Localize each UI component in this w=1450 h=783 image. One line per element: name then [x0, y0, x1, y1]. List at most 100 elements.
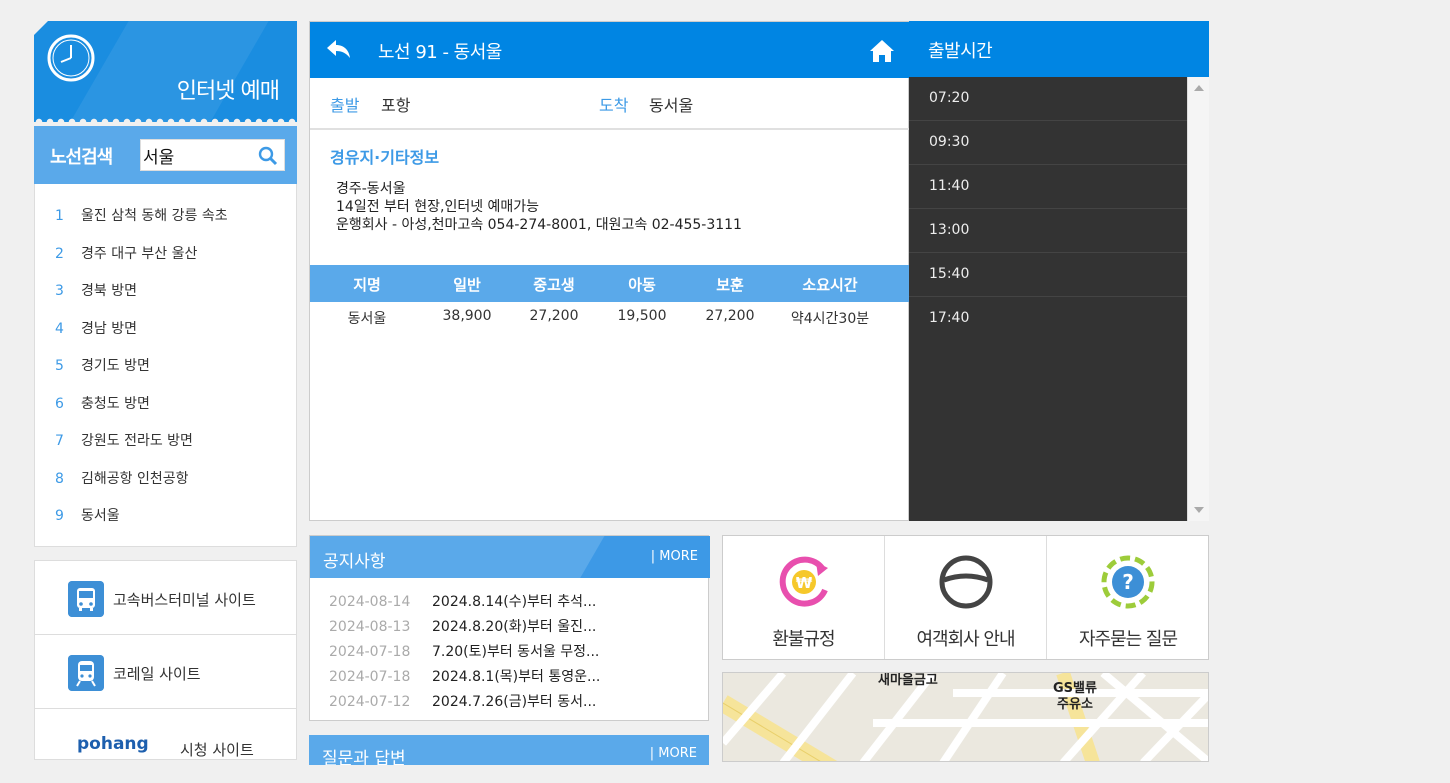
- back-arrow-icon[interactable]: [326, 38, 352, 60]
- departure-time: 07:20: [929, 90, 970, 106]
- fare-col-student: 중고생: [533, 276, 575, 294]
- route-label: 울진 삼척 동해 강릉 속초: [81, 208, 228, 224]
- notice-item[interactable]: 2024-07-18 7.20(토)부터 동서울 무정...: [329, 641, 599, 661]
- route-search-input[interactable]: [143, 142, 253, 168]
- question-icon: ?: [1101, 555, 1155, 609]
- svg-text:pohang: pohang: [77, 734, 149, 754]
- banner-title: 인터넷 예매: [176, 79, 280, 104]
- notice-subject: 2024.8.20(화)부터 울진...: [432, 619, 597, 635]
- bus-icon: [68, 581, 104, 617]
- route-list-item[interactable]: 1 울진 삼척 동해 강릉 속초: [55, 205, 228, 225]
- fare-col-veteran: 보훈: [716, 276, 744, 294]
- search-icon[interactable]: [258, 146, 278, 166]
- train-icon: [68, 655, 104, 691]
- route-number: 6: [55, 396, 64, 412]
- divider: [310, 128, 910, 130]
- departure-times-panel: 출발시간 07:20 09:30 11:40 13:00 15:40 17:40: [909, 21, 1209, 521]
- route-list-item[interactable]: 6 충청도 방면: [55, 393, 150, 413]
- route-search-box: [140, 139, 285, 171]
- fare-cell: 19,500: [617, 308, 667, 324]
- route-number: 4: [55, 321, 64, 337]
- departure-time-slot[interactable]: 13:00: [909, 209, 1187, 253]
- bus-terminal-link-label: 고속버스터미널 사이트: [113, 591, 256, 609]
- route-label: 경주 대구 부산 울산: [81, 246, 198, 262]
- scroll-down-arrow-icon[interactable]: [1194, 507, 1204, 513]
- route-label: 동서울: [81, 508, 120, 524]
- route-number: 8: [55, 471, 64, 487]
- route-list-item[interactable]: 3 경북 방면: [55, 280, 137, 300]
- faq-button[interactable]: ? 자주묻는 질문: [1047, 536, 1209, 659]
- departure-time-slot[interactable]: 17:40: [909, 297, 1187, 341]
- scrollbar[interactable]: [1187, 77, 1209, 521]
- notice-title: 공지사항: [323, 552, 386, 572]
- notice-subject: 2024.7.26(금)부터 동서...: [432, 694, 597, 710]
- qa-more-link[interactable]: | MORE: [650, 746, 697, 761]
- route-list-item[interactable]: 2 경주 대구 부산 울산: [55, 243, 197, 263]
- bus-company-info-button[interactable]: 여객회사 안내: [885, 536, 1047, 659]
- fare-col-adult: 일반: [453, 276, 481, 294]
- route-label: 강원도 전라도 방면: [81, 433, 193, 449]
- departure-time: 13:00: [929, 222, 970, 238]
- notice-more-link[interactable]: | MORE: [651, 549, 698, 564]
- route-list-item[interactable]: 4 경남 방면: [55, 318, 137, 338]
- steering-wheel-icon: [939, 555, 992, 609]
- home-icon[interactable]: [869, 39, 895, 63]
- info-line: 경주-동서울: [336, 181, 406, 197]
- city-hall-link-label: 시청 사이트: [180, 741, 254, 759]
- refund-policy-label: 환불규정: [772, 629, 835, 650]
- notice-item[interactable]: 2024-07-18 2024.8.1(목)부터 통영운...: [329, 666, 600, 686]
- korail-link-label: 코레일 사이트: [113, 665, 201, 683]
- qa-board-header: 질문과 답변 | MORE: [309, 735, 709, 765]
- pohang-logo: pohang: [77, 734, 149, 754]
- notice-item[interactable]: 2024-08-14 2024.8.14(수)부터 추석...: [329, 591, 596, 611]
- notice-header: 공지사항 | MORE: [310, 536, 710, 578]
- route-title: 노선 91 - 동서울: [378, 42, 502, 63]
- route-number: 5: [55, 358, 64, 374]
- notice-subject: 7.20(토)부터 동서울 무정...: [432, 644, 600, 660]
- departure-time-slot[interactable]: 11:40: [909, 165, 1187, 209]
- location-map[interactable]: 새마을금고 GS밸류 주유소: [722, 672, 1209, 762]
- route-number: 1: [55, 208, 64, 224]
- city-hall-link[interactable]: pohang 시청 사이트: [35, 709, 296, 783]
- notice-date: 2024-08-14: [329, 594, 411, 610]
- fare-table-header: 지명 일반 중고생 아동 보훈 소요시간: [310, 265, 910, 302]
- departure-time-slot[interactable]: 15:40: [909, 253, 1187, 297]
- map-roads: [723, 673, 1208, 761]
- route-label: 경북 방면: [81, 283, 137, 299]
- route-header: 노선 91 - 동서울: [310, 22, 910, 78]
- notice-item[interactable]: 2024-08-13 2024.8.20(화)부터 울진...: [329, 616, 596, 636]
- scroll-up-arrow-icon[interactable]: [1194, 85, 1204, 91]
- route-label: 김해공항 인천공항: [81, 471, 189, 487]
- bus-company-info-label: 여객회사 안내: [916, 629, 1015, 650]
- departure-time-slot[interactable]: 07:20: [909, 77, 1187, 121]
- refund-policy-button[interactable]: ₩ 환불규정: [723, 536, 885, 659]
- fare-row: 동서울 38,900 27,200 19,500 27,200 약4시간30분: [310, 302, 910, 332]
- route-number: 9: [55, 508, 64, 524]
- route-detail-panel: 노선 91 - 동서울 출발 포항 도착 동서울 경유지·기타정보 경주-동서울…: [309, 21, 910, 521]
- fare-cell: 38,900: [442, 308, 492, 324]
- bus-terminal-link[interactable]: 고속버스터미널 사이트: [35, 561, 296, 635]
- korail-link[interactable]: 코레일 사이트: [35, 635, 296, 709]
- fare-cell: 27,200: [529, 308, 579, 324]
- route-label: 충청도 방면: [81, 396, 150, 412]
- quick-links: ₩ 환불규정 여객회사 안내 ? 자주묻는 질문: [722, 535, 1209, 660]
- map-label: GS밸류 주유소: [1053, 681, 1097, 712]
- route-list-item[interactable]: 9 동서울: [55, 505, 120, 525]
- route-list-item[interactable]: 7 강원도 전라도 방면: [55, 430, 193, 450]
- clock-icon: [47, 34, 95, 82]
- fare-col-child: 아동: [628, 276, 656, 294]
- departure-label: 출발: [330, 96, 360, 115]
- departure-time: 17:40: [929, 310, 970, 326]
- departure-time-slot[interactable]: 09:30: [909, 121, 1187, 165]
- departure-times-header: 출발시간: [909, 21, 1209, 77]
- route-list-item[interactable]: 8 김해공항 인천공항: [55, 468, 189, 488]
- fare-cell: 약4시간30분: [790, 311, 870, 327]
- route-list-item[interactable]: 5 경기도 방면: [55, 355, 150, 375]
- notice-date: 2024-07-18: [329, 669, 411, 685]
- route-number: 7: [55, 433, 64, 449]
- notice-date: 2024-07-18: [329, 644, 411, 660]
- fare-col-place: 지명: [353, 276, 381, 294]
- notice-item[interactable]: 2024-07-12 2024.7.26(금)부터 동서...: [329, 691, 596, 711]
- fare-col-duration: 소요시간: [802, 276, 858, 294]
- info-line: 운행회사 - 아성,천마고속 054-274-8001, 대원고속 02-455…: [336, 217, 742, 233]
